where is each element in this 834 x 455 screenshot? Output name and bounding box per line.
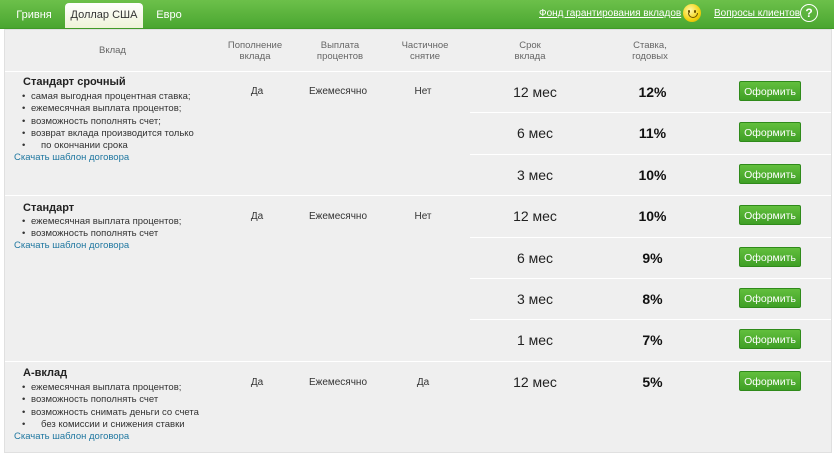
term-value: 6 мес — [516, 125, 554, 141]
rate-value: 8% — [642, 291, 663, 307]
rate-value: 10% — [638, 208, 667, 224]
header-replenish: Пополнение вклада — [227, 40, 283, 62]
apply-button[interactable]: Оформить — [739, 371, 801, 391]
replenish-value: Да — [250, 211, 264, 222]
term-value: 6 мес — [516, 250, 554, 266]
apply-button[interactable]: Оформить — [739, 81, 801, 101]
download-contract-link[interactable]: Скачать шаблон договора — [14, 152, 129, 163]
row-divider — [5, 71, 831, 72]
partial-value: Нет — [414, 86, 432, 97]
header-partial: Частичное снятие — [401, 40, 449, 62]
apply-button[interactable]: Оформить — [739, 122, 801, 142]
download-contract-link[interactable]: Скачать шаблон договора — [14, 240, 129, 251]
row-divider — [470, 278, 831, 279]
header-term: Срок вклада — [514, 40, 546, 62]
rate-value: 12% — [638, 84, 667, 100]
row-divider — [470, 319, 831, 320]
apply-button[interactable]: Оформить — [739, 288, 801, 308]
deposit-features: ежемесячная выплата процентов; возможнос… — [21, 216, 181, 241]
deposit-name: Стандарт — [23, 202, 75, 214]
tab-usd[interactable]: Доллар США — [65, 3, 143, 28]
rate-value: 5% — [642, 374, 663, 390]
header-rate: Ставка, годовых — [632, 40, 668, 62]
client-questions-link[interactable]: Вопросы клиентов — [714, 8, 800, 19]
term-value: 12 мес — [513, 208, 557, 224]
tab-eur[interactable]: Евро — [150, 3, 188, 28]
row-divider — [5, 195, 831, 196]
guarantee-fund-link[interactable]: Фонд гарантирования вкладов — [539, 8, 681, 19]
term-value: 1 мес — [516, 332, 554, 348]
rate-value: 10% — [638, 167, 667, 183]
partial-value: Да — [416, 377, 430, 388]
rate-value: 9% — [642, 250, 663, 266]
row-divider — [5, 361, 831, 362]
term-value: 12 мес — [513, 374, 557, 390]
header-payout: Выплата процентов — [316, 40, 364, 62]
download-contract-link[interactable]: Скачать шаблон договора — [14, 431, 129, 442]
apply-button[interactable]: Оформить — [739, 164, 801, 184]
deposits-table: Вклад Пополнение вклада Выплата процентов … — [4, 29, 832, 453]
deposit-features: самая выгодная процентная ставка; ежемес… — [21, 91, 194, 153]
payout-value: Ежемесячно — [308, 86, 368, 97]
currency-tab-bar: Гривня Доллар США Евро Фонд гарантирован… — [0, 0, 834, 29]
replenish-value: Да — [250, 86, 264, 97]
row-divider — [470, 237, 831, 238]
apply-button[interactable]: Оформить — [739, 247, 801, 267]
apply-button[interactable]: Оформить — [739, 205, 801, 225]
rate-value: 11% — [638, 125, 667, 141]
replenish-value: Да — [250, 377, 264, 388]
payout-value: Ежемесячно — [308, 211, 368, 222]
smiley-icon — [683, 4, 701, 22]
help-icon[interactable]: ? — [800, 4, 818, 22]
header-deposit: Вклад — [99, 45, 126, 56]
tab-uah[interactable]: Гривня — [8, 3, 60, 28]
payout-value: Ежемесячно — [308, 377, 368, 388]
term-value: 3 мес — [516, 291, 554, 307]
row-divider — [470, 112, 831, 113]
rate-value: 7% — [642, 332, 663, 348]
apply-button[interactable]: Оформить — [739, 329, 801, 349]
term-value: 3 мес — [516, 167, 554, 183]
deposit-name: А-вклад — [23, 367, 68, 379]
partial-value: Нет — [414, 211, 432, 222]
deposit-features: ежемесячная выплата процентов; возможнос… — [21, 382, 199, 431]
term-value: 12 мес — [513, 84, 557, 100]
deposit-name: Стандарт срочный — [23, 76, 126, 88]
row-divider — [470, 154, 831, 155]
